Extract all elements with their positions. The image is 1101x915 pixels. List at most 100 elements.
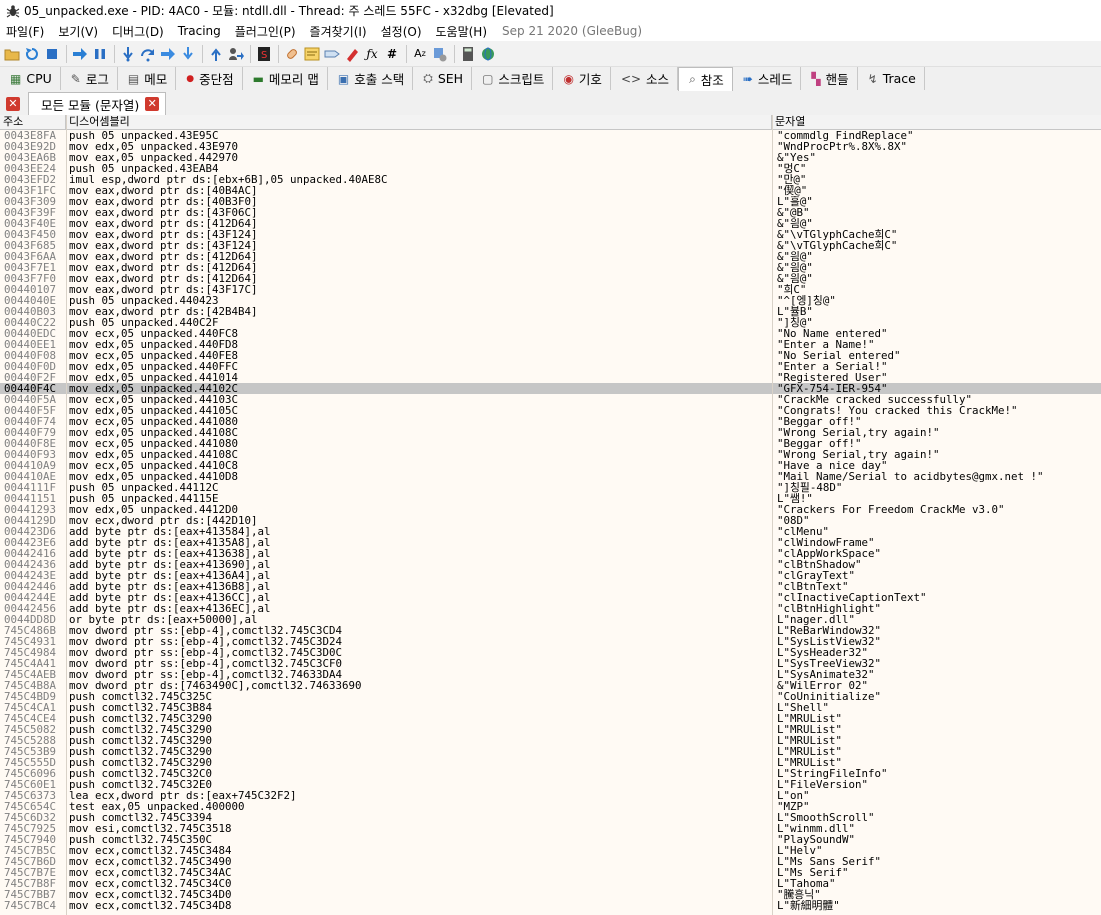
tab-trace[interactable]: ↯ Trace	[858, 67, 925, 90]
table-row[interactable]: 00440F2F mov edx,05_unpacked.441014 "Regis…	[0, 372, 1101, 383]
table-row[interactable]: 00442446 add byte ptr ds:[eax+4136B8],al "…	[0, 581, 1101, 592]
table-row[interactable]: 0043EFD2 imul esp,dword ptr ds:[ebx+6B],0…	[0, 174, 1101, 185]
table-row[interactable]: 745C6D32 push comctl32.745C3394 L"SmoothSc…	[0, 812, 1101, 823]
table-row[interactable]: 745C7B6D mov ecx,comctl32.745C3490 L"Ms Sa…	[0, 856, 1101, 867]
table-row[interactable]: 745C6373 lea ecx,dword ptr ds:[eax+745C32…	[0, 790, 1101, 801]
table-row[interactable]: 0043F1FC mov eax,dword ptr ds:[40B4AC] "偰@…	[0, 185, 1101, 196]
close-tab-icon[interactable]: ✕	[145, 97, 160, 111]
table-row[interactable]: 745C4CA1 push comctl32.745C3B84 L"Shell"	[0, 702, 1101, 713]
table-row[interactable]: 745C7B8F mov ecx,comctl32.745C34C0 L"Tahom…	[0, 878, 1101, 889]
tab-source[interactable]: <> 소스	[611, 67, 679, 90]
table-row[interactable]: 0043F309 mov eax,dword ptr ds:[40B3F0] L"흘…	[0, 196, 1101, 207]
table-row[interactable]: 00441293 mov edx,05_unpacked.4412D0 "Crack…	[0, 504, 1101, 515]
close-all-button[interactable]: ✕	[2, 93, 24, 115]
header-address[interactable]: 주소	[0, 115, 66, 129]
execute-till-return-icon[interactable]	[208, 46, 224, 62]
table-row[interactable]: 004423E6 add byte ptr ds:[eax+4135A8],al "…	[0, 537, 1101, 548]
table-row[interactable]: 0043EE24 push 05_unpacked.43EAB4 "멍C"	[0, 163, 1101, 174]
table-row[interactable]: 00440F4C mov edx,05_unpacked.44102C "GFX-7…	[0, 383, 1101, 394]
trace-over-icon[interactable]	[180, 46, 196, 62]
table-row[interactable]: 745C4BD9 push comctl32.745C325C "CoUniniti…	[0, 691, 1101, 702]
table-row[interactable]: 0043F450 mov eax,dword ptr ds:[43F124] &"\…	[0, 229, 1101, 240]
table-row[interactable]: 0043EA6B mov eax,05_unpacked.442970 &"Yes"	[0, 152, 1101, 163]
table-row[interactable]: 0044040E push 05_unpacked.440423 "^[엥]칭@"	[0, 295, 1101, 306]
table-row[interactable]: 00440F79 mov edx,05_unpacked.44108C "Wrong…	[0, 427, 1101, 438]
tab-call-stack[interactable]: ▣ 호출 스택	[328, 67, 414, 90]
tab-handles[interactable]: ▚ 핸들	[801, 67, 858, 90]
tab-log[interactable]: ✎ 로그	[61, 67, 118, 90]
table-row[interactable]: 004423D6 add byte ptr ds:[eax+413584],al "…	[0, 526, 1101, 537]
run-to-user-code-icon[interactable]	[228, 46, 244, 62]
tab-memory-map[interactable]: ▬ 메모리 맵	[243, 67, 328, 90]
table-row[interactable]: 745C7B5C mov ecx,comctl32.745C3484 L"Helv"	[0, 845, 1101, 856]
table-row[interactable]: 745C4A41 mov dword ptr ss:[ebp-4],comctl3…	[0, 658, 1101, 669]
table-row[interactable]: 745C60E1 push comctl32.745C32E0 L"FileVers…	[0, 779, 1101, 790]
header-disassembly[interactable]: 디스어셈블리	[66, 115, 772, 129]
menu-plugins[interactable]: 플러그인(P)	[228, 23, 303, 40]
scylla-icon[interactable]: S	[256, 46, 272, 62]
table-row[interactable]: 0043F39F mov eax,dword ptr ds:[43F06C] &"@…	[0, 207, 1101, 218]
table-row[interactable]: 0043E8FA push 05_unpacked.43E95C "commdlg_…	[0, 130, 1101, 141]
table-row[interactable]: 00440F5A mov ecx,05_unpacked.44103C "Crack…	[0, 394, 1101, 405]
pause-icon[interactable]	[92, 46, 108, 62]
tab-threads[interactable]: ➠ 스레드	[733, 67, 802, 90]
table-row[interactable]: 745C4B8A mov dword ptr ds:[7463490C],comc…	[0, 680, 1101, 691]
table-row[interactable]: 00440F74 mov ecx,05_unpacked.441080 "Begga…	[0, 416, 1101, 427]
table-row[interactable]: 0044111F push 05_unpacked.44112C "]칭필-48D"	[0, 482, 1101, 493]
patch-icon[interactable]	[284, 46, 300, 62]
step-into-icon[interactable]	[120, 46, 136, 62]
table-row[interactable]: 745C6096 push comctl32.745C32C0 L"StringFi…	[0, 768, 1101, 779]
table-row[interactable]: 745C53B9 push comctl32.745C3290 L"MRUList"	[0, 746, 1101, 757]
table-row[interactable]: 00440F0D mov edx,05_unpacked.440FFC "Enter…	[0, 361, 1101, 372]
table-row[interactable]: 745C7B7E mov ecx,comctl32.745C34AC L"Ms Se…	[0, 867, 1101, 878]
menu-view[interactable]: 보기(V)	[51, 23, 105, 40]
tab-seh[interactable]: ⛭ SEH	[413, 67, 473, 90]
table-row[interactable]: 00440F08 mov ecx,05_unpacked.440FE8 "No Se…	[0, 350, 1101, 361]
table-row[interactable]: 0043F40E mov eax,dword ptr ds:[412D64] &"읨…	[0, 218, 1101, 229]
header-string[interactable]: 문자열	[772, 115, 1101, 129]
table-row[interactable]: 00440C22 push 05_unpacked.440C2F "]칭@"	[0, 317, 1101, 328]
table-row[interactable]: 745C555D push comctl32.745C3290 L"MRUList"	[0, 757, 1101, 768]
label-icon[interactable]	[324, 46, 340, 62]
table-row[interactable]: 745C5288 push comctl32.745C3290 L"MRUList"	[0, 735, 1101, 746]
table-row[interactable]: 00440107 mov eax,dword ptr ds:[43F17C] "희C…	[0, 284, 1101, 295]
calculator-icon[interactable]	[460, 46, 476, 62]
table-row[interactable]: 0044129D mov ecx,dword ptr ds:[442D10] "08…	[0, 515, 1101, 526]
menu-options[interactable]: 설정(O)	[374, 23, 429, 40]
table-row[interactable]: 745C486B mov dword ptr ss:[ebp-4],comctl3…	[0, 625, 1101, 636]
table-row[interactable]: 0043E92D mov edx,05_unpacked.43E970 "WndPr…	[0, 141, 1101, 152]
table-row[interactable]: 0044243E add byte ptr ds:[eax+4136A4],al "…	[0, 570, 1101, 581]
table-row[interactable]: 004410A9 mov ecx,05_unpacked.4410C8 "Have …	[0, 460, 1101, 471]
table-row[interactable]: 0043F685 mov eax,dword ptr ds:[43F124] &"\…	[0, 240, 1101, 251]
tab-symbols[interactable]: ◉ 기호	[553, 67, 611, 90]
table-row[interactable]: 745C4CE4 push comctl32.745C3290 L"MRUList"	[0, 713, 1101, 724]
table-row[interactable]: 745C7925 mov esi,comctl32.745C3518 L"winmm…	[0, 823, 1101, 834]
table-row[interactable]: 00440EE1 mov edx,05_unpacked.440FD8 "Enter…	[0, 339, 1101, 350]
trace-into-icon[interactable]	[160, 46, 176, 62]
tab-breakpoints[interactable]: ● 중단점	[176, 67, 243, 90]
table-row[interactable]: 0043F7F0 mov eax,dword ptr ds:[412D64] &"읨…	[0, 273, 1101, 284]
menu-tracing[interactable]: Tracing	[171, 24, 228, 38]
tab-cpu[interactable]: ▦ CPU	[0, 67, 61, 90]
table-row[interactable]: 745C7BB7 mov ecx,comctl32.745C34D0 "騰흥닉"	[0, 889, 1101, 900]
table-row[interactable]: 0043F7E1 mov eax,dword ptr ds:[412D64] &"읨…	[0, 262, 1101, 273]
menu-file[interactable]: 파일(F)	[0, 23, 51, 40]
table-row[interactable]: 745C5082 push comctl32.745C3290 L"MRUList"	[0, 724, 1101, 735]
menu-help[interactable]: 도움말(H)	[429, 23, 495, 40]
table-row[interactable]: 745C4AEB mov dword ptr ss:[ebp-4],comctl3…	[0, 669, 1101, 680]
restart-icon[interactable]	[24, 46, 40, 62]
table-row[interactable]: 0044DD8D or byte ptr ds:[eax+50000],al L"n…	[0, 614, 1101, 625]
table-row[interactable]: 004410AE mov edx,05_unpacked.4410D8 "Mail …	[0, 471, 1101, 482]
table-row[interactable]: 745C4984 mov dword ptr ss:[ebp-4],comctl3…	[0, 647, 1101, 658]
stop-icon[interactable]	[44, 46, 60, 62]
table-row[interactable]: 00441151 push 05_unpacked.44115E L"쌤!"	[0, 493, 1101, 504]
tab-notes[interactable]: ▤ 메모	[118, 67, 177, 90]
function-icon[interactable]: ƒx	[364, 46, 380, 62]
menu-favourites[interactable]: 즐겨찾기(I)	[303, 23, 374, 40]
table-row[interactable]: 0044244E add byte ptr ds:[eax+4136CC],al "…	[0, 592, 1101, 603]
table-row[interactable]: 0043F6AA mov eax,dword ptr ds:[412D64] &"읨…	[0, 251, 1101, 262]
table-row[interactable]: 00440F93 mov edx,05_unpacked.44108C "Wrong…	[0, 449, 1101, 460]
menu-debug[interactable]: 디버그(D)	[105, 23, 171, 40]
tab-script[interactable]: ▢ 스크립트	[472, 67, 554, 90]
table-row[interactable]: 745C7940 push comctl32.745C350C "PlaySound…	[0, 834, 1101, 845]
